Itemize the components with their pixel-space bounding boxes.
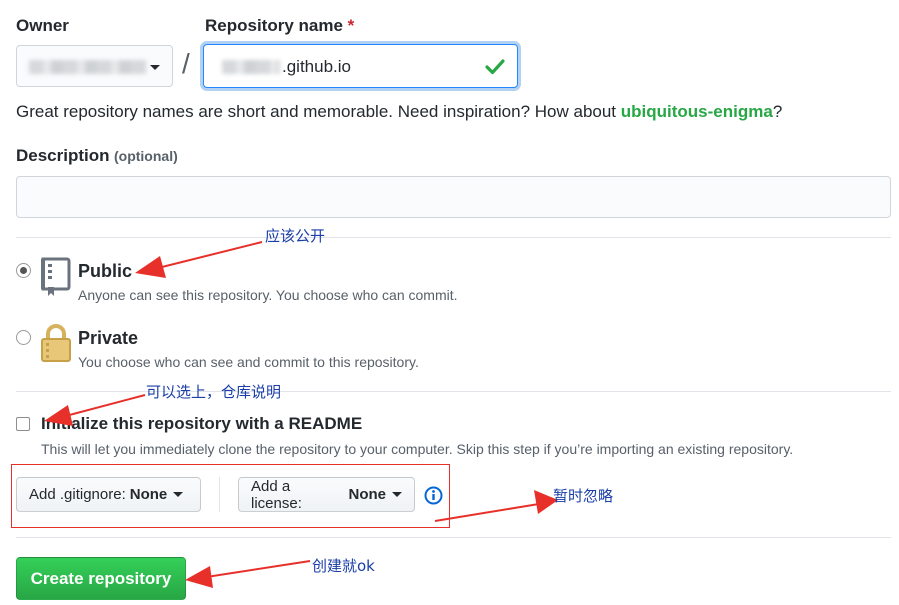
arrow-from-ignore-note xyxy=(434,490,558,522)
annotation-create: 创建就ok xyxy=(312,557,375,575)
annotation-arrows xyxy=(44,241,558,588)
annotation-ignore: 暂时忽略 xyxy=(553,487,614,505)
arrow-to-public xyxy=(135,241,263,278)
annotation-public: 应该公开 xyxy=(265,227,326,245)
annotation-readme: 可以选上，仓库说明 xyxy=(146,383,282,401)
arrow-to-readme xyxy=(44,394,146,426)
arrow-to-create xyxy=(185,560,311,588)
